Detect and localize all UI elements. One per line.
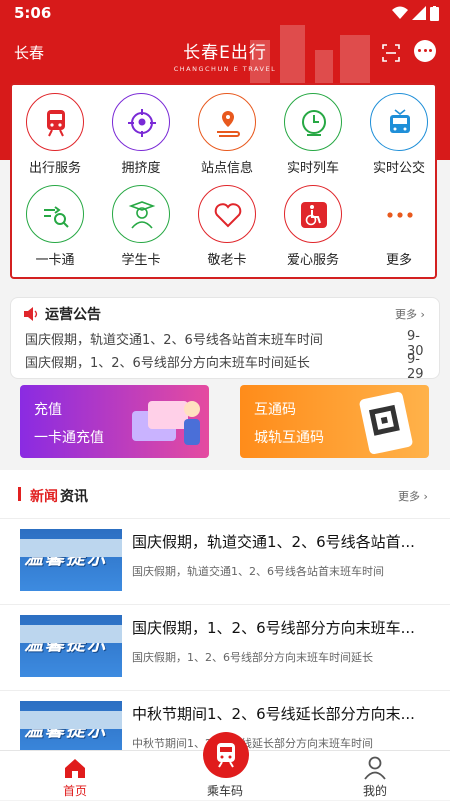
banner-title: 充值	[34, 402, 62, 418]
news-item-title: 国庆假期，轨道交通1、2、6号线各站首...	[132, 533, 415, 551]
user-icon	[364, 756, 386, 780]
top-bar: 长春 长春E出行 CHANGCHUN E TRAVEL	[0, 32, 450, 73]
status-time: 5:06	[14, 4, 52, 22]
wifi-icon	[392, 6, 408, 19]
tram-icon	[370, 93, 428, 151]
announcement-title: 运营公告	[45, 307, 101, 323]
service-label: 站点信息	[200, 161, 253, 176]
service-label: 敬老卡	[207, 253, 247, 268]
service-label: 实时公交	[372, 161, 425, 176]
status-bar: 5:06	[0, 0, 450, 26]
signal-icon	[412, 6, 426, 20]
tab-mine[interactable]: 我的	[300, 751, 450, 801]
announcement-date: 9-29	[407, 352, 424, 382]
news-item-summary: 国庆假期，1、2、6号线部分方向末班车时间延长	[132, 651, 373, 664]
tab-home[interactable]: 首页	[0, 751, 150, 801]
service-more[interactable]: 更多	[356, 185, 442, 275]
brand-subtitle: CHANGCHUN E TRAVEL	[173, 65, 277, 73]
service-care[interactable]: 爱心服务	[270, 185, 356, 275]
news-title: 资讯	[60, 489, 88, 505]
news-item-summary: 中秋节期间1、2、6号线延长部分方向末班车时间	[132, 737, 373, 750]
service-label: 拥挤度	[121, 161, 161, 176]
more-dots-icon	[370, 185, 428, 243]
scan-icon[interactable]	[382, 44, 400, 62]
train-icon	[217, 743, 235, 768]
news-title-bar	[18, 487, 21, 501]
service-realtime-bus[interactable]: 实时公交	[356, 93, 442, 183]
service-senior-card[interactable]: 敬老卡	[184, 185, 270, 275]
announcement-text: 国庆假期，1、2、6号线部分方向末班车时间延长	[25, 356, 310, 371]
tab-label: 首页	[62, 784, 87, 798]
message-icon[interactable]	[414, 40, 436, 62]
news-item-summary: 国庆假期，轨道交通1、2、6号线各站首末班车时间	[132, 565, 384, 578]
service-crowding[interactable]: 拥挤度	[98, 93, 184, 183]
service-label: 出行服务	[28, 161, 81, 176]
news-item[interactable]: 温馨提示 国庆假期，1、2、6号线部分方向末班车... 国庆假期，1、2、6号线…	[0, 604, 450, 684]
banner-title: 互通码	[254, 402, 296, 418]
news-item[interactable]: 温馨提示 国庆假期，轨道交通1、2、6号线各站首... 国庆假期，轨道交通1、2…	[0, 518, 450, 598]
announcement-item[interactable]: 国庆假期，轨道交通1、2、6号线各站首末班车时间 9-30	[25, 329, 425, 359]
home-icon	[65, 759, 85, 778]
service-student-card[interactable]: 学生卡	[98, 185, 184, 275]
service-transit-card[interactable]: 一卡通	[12, 185, 98, 275]
recharge-illustration	[132, 401, 200, 445]
interconnect-banner[interactable]: 互通码 城轨互通码	[240, 385, 429, 458]
speaker-icon	[24, 307, 38, 321]
announcement-text: 国庆假期，轨道交通1、2、6号线各站首末班车时间	[25, 333, 323, 348]
card-search-icon	[26, 185, 84, 243]
service-station-info[interactable]: 站点信息	[184, 93, 270, 183]
news-thumbnail: 温馨提示	[20, 615, 122, 677]
service-label: 更多	[385, 253, 412, 268]
announcement-more[interactable]: 更多 ›	[395, 306, 425, 322]
news-item-title: 中秋节期间1、2、6号线延长部分方向末...	[132, 705, 415, 723]
tab-label: 我的	[362, 784, 387, 798]
service-realtime-train[interactable]: 实时列车	[270, 93, 356, 183]
service-label: 学生卡	[121, 253, 161, 268]
banner-subtitle: 一卡通充值	[34, 430, 104, 446]
service-grid: 出行服务 拥挤度 站点信息 实时列车 实时公交 一卡通 学生卡 敬老卡 爱心服务…	[10, 83, 437, 279]
service-label: 爱心服务	[286, 253, 339, 268]
train-icon	[26, 93, 84, 151]
target-icon	[112, 93, 170, 151]
tab-label: 乘车码	[206, 784, 243, 798]
service-travel[interactable]: 出行服务	[12, 93, 98, 183]
ride-code-button[interactable]	[203, 732, 249, 778]
announcement-item[interactable]: 国庆假期，1、2、6号线部分方向末班车时间延长 9-29	[25, 352, 425, 382]
news-title-highlight: 新闻	[30, 489, 58, 505]
service-label: 实时列车	[286, 161, 339, 176]
news-more[interactable]: 更多 ›	[398, 488, 428, 504]
recharge-banner[interactable]: 充值 一卡通充值	[20, 385, 209, 458]
heart-icon	[198, 185, 256, 243]
banner-subtitle: 城轨互通码	[254, 430, 324, 446]
service-label: 一卡通	[35, 253, 75, 268]
clock-icon	[284, 93, 342, 151]
news-item-title: 国庆假期，1、2、6号线部分方向末班车...	[132, 619, 415, 637]
news-section: 新闻 资讯 更多 › 温馨提示 国庆假期，轨道交通1、2、6号线各站首... 国…	[0, 470, 450, 763]
qr-code-illustration	[359, 391, 413, 455]
wheelchair-icon	[284, 185, 342, 243]
announcement-panel: 运营公告 更多 › 国庆假期，轨道交通1、2、6号线各站首末班车时间 9-30 …	[10, 297, 440, 382]
student-icon	[112, 185, 170, 243]
location-route-icon	[198, 93, 256, 151]
battery-icon	[430, 6, 439, 21]
news-thumbnail: 温馨提示	[20, 529, 122, 591]
